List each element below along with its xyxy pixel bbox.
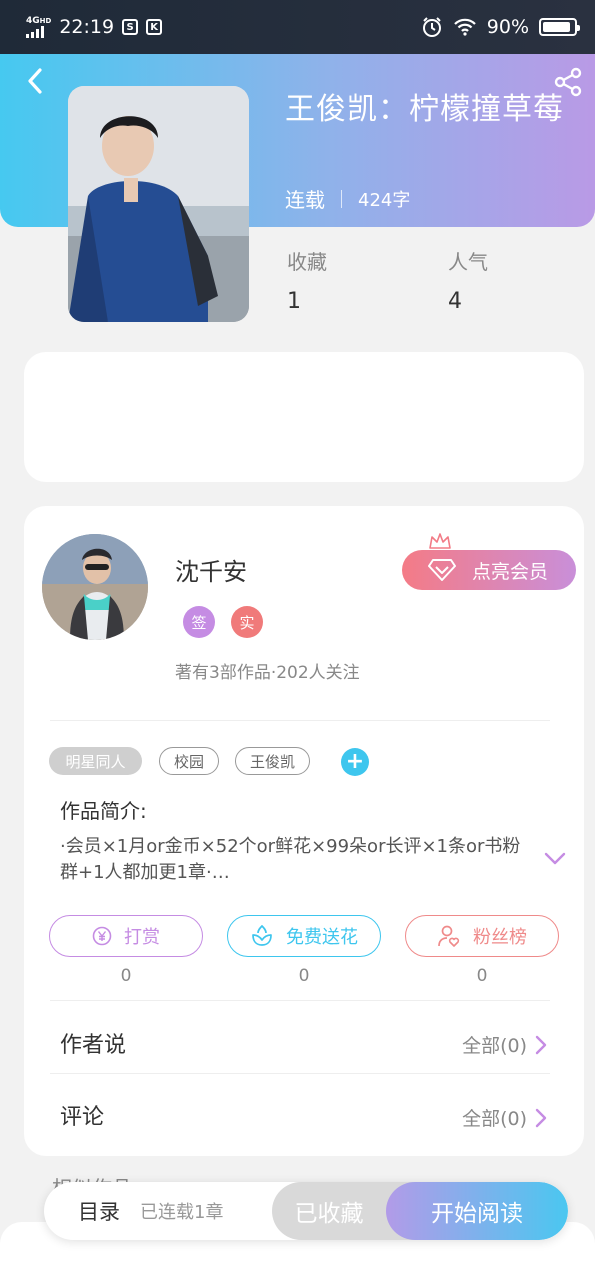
comments-title[interactable]: 评论 — [60, 1099, 104, 1131]
back-arrow-icon[interactable] — [22, 66, 52, 96]
tag-item[interactable]: 校园 — [159, 747, 219, 775]
signed-badge: 签 — [183, 606, 215, 638]
add-tag-button[interactable]: + — [341, 748, 369, 776]
popularity-label: 人气 — [448, 250, 488, 274]
author-says-title[interactable]: 作者说 — [60, 1027, 126, 1059]
status-bar: 4GHD 22:19 S K 90% — [0, 0, 595, 54]
status-right: 90% — [421, 16, 580, 38]
divider — [50, 720, 550, 721]
author-name[interactable]: 沈千安 — [175, 552, 247, 587]
alarm-icon — [422, 17, 441, 37]
favorites-label: 收藏 — [287, 250, 327, 274]
light-up-vip-button[interactable]: 点亮会员 — [402, 550, 576, 590]
book-title: 王俊凯：柠檬撞草莓 — [285, 92, 564, 127]
reward-label: 打赏 — [124, 927, 160, 948]
vip-button-label: 点亮会员 — [472, 560, 549, 583]
reward-count: 0 — [120, 966, 132, 986]
intro-text: ·会员×1月or金币×52个or鲜花×99朵or长评×1条or书粉群+1人都加更… — [60, 836, 521, 883]
status-left: 4GHD 22:19 S K — [26, 16, 163, 38]
meta-separator — [341, 189, 342, 208]
signal-icon: 4GHD — [26, 16, 51, 38]
crown-icon — [429, 533, 451, 549]
author-stats: 著有3部作品·202人关注 — [175, 663, 360, 683]
book-status: 连载 — [285, 188, 325, 212]
diamond-icon — [428, 559, 456, 581]
chapter-count: 已连载1章 — [140, 1202, 224, 1223]
battery-percent: 90% — [486, 16, 529, 38]
saved-label: 已收藏 — [294, 1201, 364, 1227]
reward-button[interactable]: 打赏 — [49, 915, 203, 957]
comments-all[interactable]: 全部(0) — [462, 1104, 547, 1131]
user-heart-icon — [438, 925, 460, 947]
divider — [50, 1000, 550, 1001]
free-flower-button[interactable]: 免费送花 — [227, 915, 381, 957]
intro-heading: 作品简介: — [60, 799, 147, 823]
table-of-contents-button[interactable]: 目录 — [78, 1196, 120, 1226]
clock: 22:19 — [59, 16, 115, 38]
bottom-action-bar: 目录 已连载1章 已收藏 开始阅读 — [44, 1182, 568, 1240]
book-cover-image[interactable] — [68, 86, 249, 322]
notification-s-icon: S — [122, 19, 139, 35]
tag-active[interactable]: 明星同人 — [49, 747, 142, 775]
book-meta: 连载 424字 — [285, 184, 410, 213]
tag-item[interactable]: 王俊凯 — [235, 747, 310, 775]
expand-chevron-down-icon[interactable] — [544, 852, 566, 866]
notification-k-icon: K — [146, 19, 163, 35]
popularity-stat: 人气 4 — [448, 246, 488, 314]
fans-ranking-button[interactable]: 粉丝榜 — [405, 915, 559, 957]
flower-count: 0 — [298, 966, 310, 986]
free-flower-label: 免费送花 — [286, 927, 358, 948]
author-says-all[interactable]: 全部(0) — [462, 1031, 547, 1058]
yen-coin-icon — [92, 926, 112, 946]
wifi-icon — [453, 18, 476, 36]
avatar-illustration — [42, 534, 148, 640]
chevron-right-icon — [535, 1108, 547, 1127]
author-avatar[interactable] — [42, 534, 148, 640]
fans-count: 0 — [476, 966, 488, 986]
flower-icon — [252, 925, 272, 946]
empty-card — [24, 352, 584, 482]
word-count: 424字 — [358, 189, 411, 211]
verified-badge: 实 — [231, 606, 263, 638]
favorites-value: 1 — [287, 289, 301, 314]
divider — [50, 1073, 550, 1074]
start-reading-button[interactable]: 开始阅读 — [386, 1182, 568, 1240]
author-says-all-label: 全部(0) — [462, 1035, 527, 1057]
favorites-stat: 收藏 1 — [287, 246, 327, 314]
chevron-right-icon — [535, 1035, 547, 1054]
comments-all-label: 全部(0) — [462, 1108, 527, 1130]
start-reading-label: 开始阅读 — [431, 1201, 523, 1227]
cover-illustration — [68, 86, 249, 322]
popularity-value: 4 — [448, 289, 462, 314]
fans-ranking-label: 粉丝榜 — [473, 927, 527, 948]
battery-icon — [539, 18, 580, 36]
